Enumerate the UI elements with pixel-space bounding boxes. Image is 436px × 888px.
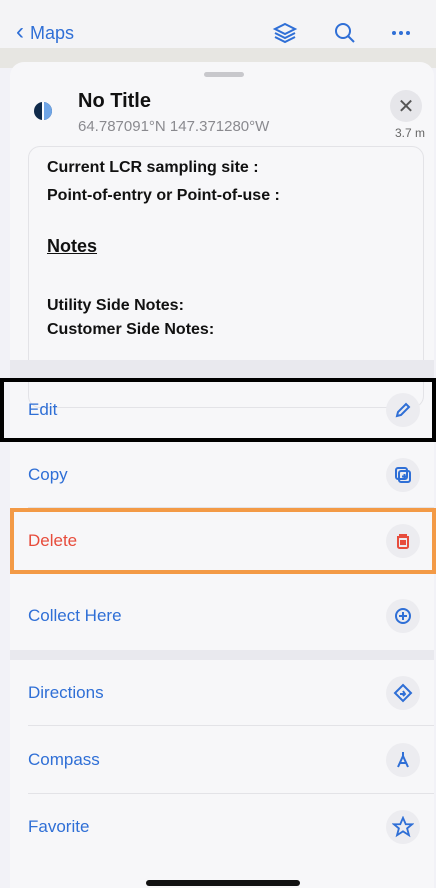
card-line-customer: Customer Side Notes: xyxy=(47,321,215,338)
close-button[interactable]: ✕ xyxy=(390,90,422,122)
directions-label: Directions xyxy=(28,683,104,702)
copy-icon[interactable] xyxy=(386,458,420,492)
section-separator xyxy=(10,360,434,378)
back-label: Maps xyxy=(30,22,75,43)
highlight-edit xyxy=(0,378,436,442)
point-coordinates: 64.787091°N 147.371280°W xyxy=(78,118,270,135)
layers-icon[interactable] xyxy=(270,18,300,48)
collect-here-label: Collect Here xyxy=(28,606,122,625)
more-icon[interactable] xyxy=(386,18,416,48)
sheet-grabber[interactable] xyxy=(204,72,244,77)
compass-label: Compass xyxy=(28,750,100,769)
home-indicator xyxy=(146,880,300,886)
star-icon[interactable] xyxy=(386,810,420,844)
directions-icon[interactable] xyxy=(386,676,420,710)
card-line-lcr: Current LCR sampling site : xyxy=(47,159,259,176)
collect-here-row[interactable]: Collect Here xyxy=(10,582,434,650)
compass-row[interactable]: Compass xyxy=(10,726,434,794)
point-icon xyxy=(34,102,52,120)
copy-row[interactable]: Copy xyxy=(10,442,434,508)
favorite-label: Favorite xyxy=(28,817,90,836)
close-icon: ✕ xyxy=(397,95,415,118)
directions-row[interactable]: Directions xyxy=(10,660,434,726)
favorite-row[interactable]: Favorite xyxy=(10,794,434,860)
back-button[interactable]: ‹ Maps xyxy=(16,20,74,46)
card-line-utility: Utility Side Notes: xyxy=(47,297,184,314)
chevron-left-icon: ‹ xyxy=(16,18,24,45)
copy-label: Copy xyxy=(28,465,68,484)
point-title: No Title xyxy=(78,90,151,112)
compass-icon[interactable] xyxy=(386,743,420,777)
plus-circle-icon[interactable] xyxy=(386,599,420,633)
section-separator-2 xyxy=(10,650,434,660)
card-line-poe: Point-of-entry or Point-of-use : xyxy=(47,187,280,204)
highlight-delete xyxy=(10,508,436,574)
notes-header: Notes xyxy=(47,236,98,256)
search-icon[interactable] xyxy=(330,18,360,48)
distance-label: 3.7 m xyxy=(394,126,425,140)
